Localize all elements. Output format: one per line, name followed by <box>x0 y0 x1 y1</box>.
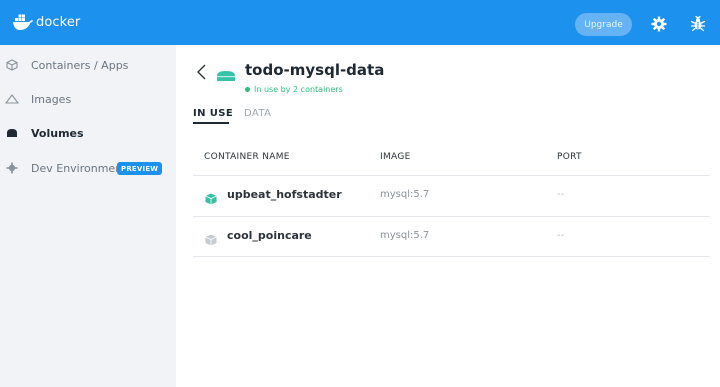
docker-logo[interactable]: docker <box>12 11 80 33</box>
sidebar-item-containers[interactable]: Containers / Apps <box>0 54 176 76</box>
volume-status-text: In use by 2 containers <box>254 85 343 94</box>
container-stopped-icon <box>205 231 217 246</box>
container-name: upbeat_hofstadter <box>227 188 342 201</box>
back-chevron-icon[interactable] <box>195 62 209 82</box>
column-header-image: IMAGE <box>380 152 411 162</box>
sidebar-item-images[interactable]: Images <box>0 88 176 110</box>
container-port: -- <box>557 230 565 241</box>
container-name: cool_poincare <box>227 229 312 242</box>
docker-whale-icon <box>13 14 33 30</box>
tab-in-use[interactable]: IN USE <box>193 108 233 119</box>
sidebar-item-label: Containers / Apps <box>31 58 129 72</box>
table-row[interactable]: cool_poincare mysql:5.7 -- <box>193 217 710 257</box>
sidebar-item-label: Volumes <box>31 126 84 140</box>
tab-data[interactable]: DATA <box>244 108 271 119</box>
volume-name: todo-mysql-data <box>245 61 385 79</box>
container-image: mysql:5.7 <box>380 189 430 200</box>
app-name: docker <box>36 14 81 30</box>
dev-environments-icon <box>5 161 19 175</box>
sidebar-item-label: Images <box>31 92 72 106</box>
preview-badge: PREVIEW <box>117 162 163 175</box>
upgrade-button[interactable]: Upgrade <box>575 13 632 36</box>
images-icon <box>5 92 19 106</box>
sidebar-item-volumes[interactable]: Volumes <box>0 122 176 144</box>
volume-status: In use by 2 containers <box>245 85 343 94</box>
volume-icon <box>216 67 236 81</box>
active-tab-indicator <box>193 122 229 124</box>
column-header-container-name: CONTAINER NAME <box>204 152 290 162</box>
container-image: mysql:5.7 <box>380 230 430 241</box>
column-header-port: PORT <box>557 152 582 162</box>
sidebar-item-dev-environments[interactable]: Dev Environments PREVIEW <box>0 157 176 179</box>
table-row[interactable]: upbeat_hofstadter mysql:5.7 -- <box>193 176 710 216</box>
top-bar: docker Upgrade <box>0 0 720 45</box>
table-divider <box>193 256 710 257</box>
volumes-icon <box>5 126 19 140</box>
settings-gear-icon[interactable] <box>648 13 670 35</box>
container-running-icon <box>205 190 217 205</box>
bug-icon[interactable] <box>687 13 709 35</box>
container-port: -- <box>557 189 565 200</box>
status-dot-icon <box>245 87 250 92</box>
containers-icon <box>5 58 19 72</box>
